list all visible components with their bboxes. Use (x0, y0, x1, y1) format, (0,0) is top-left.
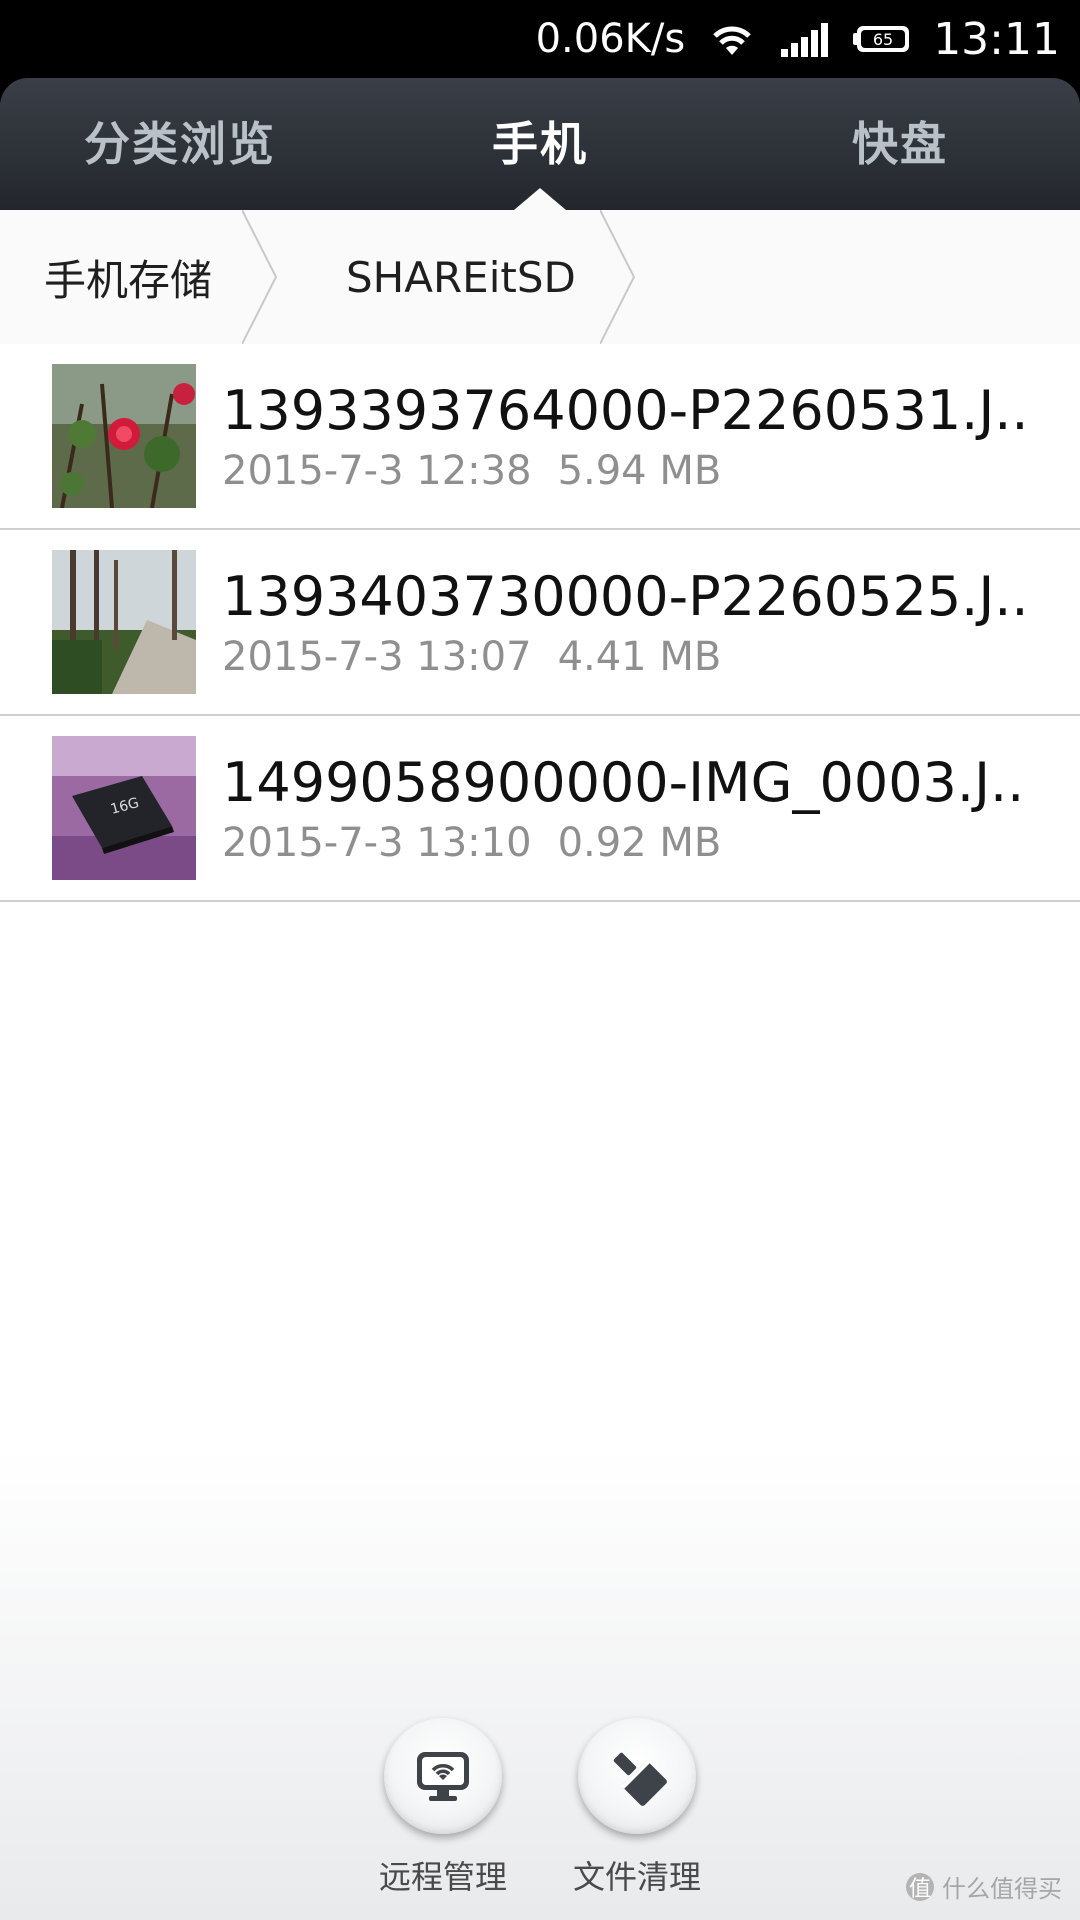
list-item[interactable]: 1393393764000-P2260531.J.. 2015-7-3 12:3… (0, 344, 1080, 530)
file-name: 1393393764000-P2260531.J.. (222, 378, 1029, 442)
list-item[interactable]: 1393403730000-P2260525.J.. 2015-7-3 13:0… (0, 530, 1080, 716)
file-cleanup-button[interactable]: 文件清理 (567, 1718, 707, 1898)
file-size: 0.92 MB (557, 819, 722, 866)
file-date: 2015-7-3 13:10 (222, 819, 532, 866)
file-info: 2015-7-3 12:38 5.94 MB (222, 448, 1029, 494)
wifi-icon (713, 26, 751, 55)
battery-level: 65 (873, 30, 893, 49)
breadcrumb-chevron-icon (599, 210, 635, 344)
tab-categories[interactable]: 分类浏览 (0, 78, 360, 210)
breadcrumb-label: 手机存储 (44, 255, 213, 305)
file-date: 2015-7-3 13:07 (222, 633, 532, 680)
watermark-badge: 值 (906, 1872, 934, 1902)
remote-manage-button[interactable]: 远程管理 (373, 1718, 513, 1898)
remote-manage-circle[interactable] (384, 1718, 502, 1834)
battery-icon: 65 (853, 26, 910, 52)
breadcrumb-phone-storage[interactable]: 手机存储 (0, 210, 282, 344)
sd-card-photo-thumbnail: 16G (52, 736, 196, 880)
status-bar: 0.06K/s 65 13:11 (0, 0, 1080, 78)
list-item[interactable]: 16G 1499058900000-IMG_0003.J.. 2015-7-3 … (0, 716, 1080, 902)
file-list: 1393393764000-P2260531.J.. 2015-7-3 12:3… (0, 344, 1080, 1920)
file-cleanup-label: 文件清理 (572, 1858, 701, 1896)
clock: 13:11 (933, 13, 1060, 65)
file-meta: 1393403730000-P2260525.J.. 2015-7-3 13:0… (222, 565, 1029, 680)
remote-monitor-icon (417, 1752, 469, 1801)
top-tab-bar: 分类浏览 手机 快盘 (0, 78, 1080, 210)
breadcrumb-chevron-icon (242, 210, 278, 344)
file-meta: 1393393764000-P2260531.J.. 2015-7-3 12:3… (222, 379, 1029, 494)
path-photo-thumbnail (52, 550, 196, 694)
file-date: 2015-7-3 12:38 (222, 447, 532, 494)
watermark: 值 什么值得买 (906, 1869, 1062, 1904)
network-speed: 0.06K/s (535, 16, 686, 62)
remote-manage-label: 远程管理 (378, 1858, 507, 1896)
breadcrumb-label: SHAREitSD (346, 252, 576, 302)
file-cleanup-circle[interactable] (578, 1718, 696, 1834)
watermark-text: 什么值得买 (942, 1875, 1062, 1903)
file-name: 1499058900000-IMG_0003.J.. (222, 750, 1025, 814)
file-size: 4.41 MB (557, 633, 722, 680)
broom-icon (613, 1752, 667, 1806)
flower-photo-thumbnail (52, 364, 196, 508)
tab-phone[interactable]: 手机 (360, 78, 720, 210)
file-info: 2015-7-3 13:10 0.92 MB (222, 820, 1024, 866)
tab-kuaipan[interactable]: 快盘 (720, 78, 1080, 210)
file-meta: 1499058900000-IMG_0003.J.. 2015-7-3 13:1… (222, 751, 1024, 866)
breadcrumb-shareitsd[interactable]: SHAREitSD (282, 210, 640, 344)
file-name: 1393403730000-P2260525.J.. (222, 564, 1029, 628)
breadcrumb: 手机存储 SHAREitSD (0, 210, 1080, 346)
file-size: 5.94 MB (557, 447, 722, 494)
file-info: 2015-7-3 13:07 4.41 MB (222, 634, 1029, 680)
signal-icon (781, 23, 829, 57)
